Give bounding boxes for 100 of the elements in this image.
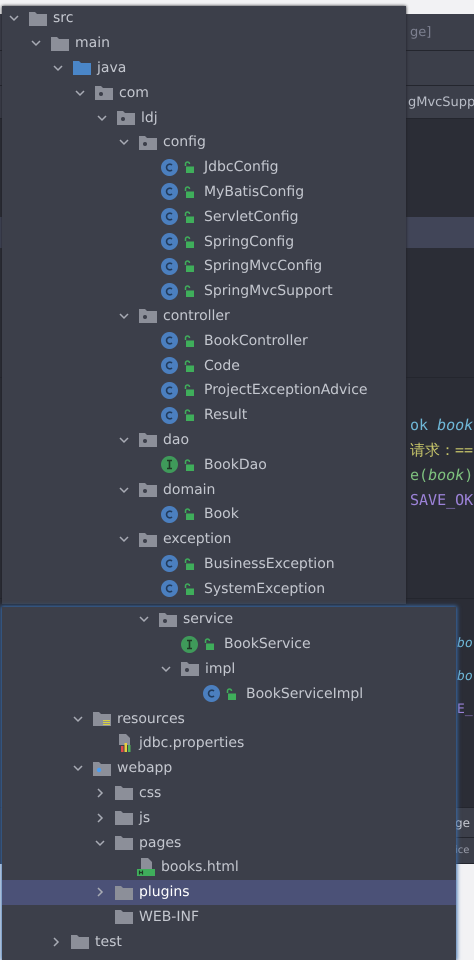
tree-row[interactable]: css: [2, 780, 456, 806]
code-line: E_: [457, 701, 474, 719]
folder-icon: [29, 10, 47, 26]
tree-row[interactable]: exception: [2, 526, 406, 552]
class-icon: [161, 382, 178, 399]
package-icon: [95, 85, 113, 100]
tree-item-label: WEB-INF: [139, 908, 199, 925]
lock-icon: [184, 334, 194, 347]
tree-item-label: webapp: [117, 760, 172, 776]
code-line: ok book: [410, 415, 474, 436]
tree-item-label: config: [163, 134, 206, 150]
package-icon: [139, 308, 157, 324]
tree-item-label: BookService: [224, 636, 311, 652]
class-icon: [161, 158, 178, 176]
tree-row[interactable]: Book: [2, 502, 406, 527]
tree-item-label: BookDao: [204, 456, 267, 473]
tree-row[interactable]: main: [2, 30, 406, 56]
tree-row[interactable]: plugins: [2, 880, 456, 905]
package-icon: [181, 661, 199, 676]
package-icon: [139, 432, 157, 448]
tree-item-label: SystemException: [204, 580, 326, 597]
tree-row[interactable]: MyBatisConfig: [2, 180, 406, 204]
class-icon: [161, 282, 178, 300]
folder-icon: [115, 884, 133, 900]
package-icon: [139, 134, 157, 150]
folder-icon: [115, 810, 133, 826]
tree-item-label: Code: [204, 358, 240, 374]
lock-icon: [184, 186, 194, 198]
tree-row[interactable]: js: [2, 805, 456, 830]
class-icon: [161, 406, 178, 424]
web-folder-icon: [93, 760, 111, 776]
tree-row[interactable]: Code: [2, 353, 406, 378]
lock-icon: [184, 285, 194, 298]
tree-row[interactable]: SpringMvcConfig: [2, 254, 406, 279]
tree-item-label: SpringConfig: [204, 234, 294, 250]
tree-item-label: JdbcConfig: [204, 159, 279, 176]
tree-item-label: dao: [163, 432, 190, 448]
tree-row[interactable]: service: [2, 607, 456, 632]
tree-row[interactable]: pages: [2, 830, 456, 855]
tree-row[interactable]: Result: [2, 402, 406, 428]
tree-row[interactable]: jdbc.properties: [2, 730, 456, 756]
tree-row[interactable]: BookService: [2, 632, 456, 657]
tree-row[interactable]: controller: [2, 304, 406, 328]
folder-icon: [115, 909, 133, 924]
tree-row[interactable]: webapp: [2, 756, 456, 781]
class-icon: [161, 555, 178, 572]
tree-item-label: src: [53, 10, 74, 26]
tree-row[interactable]: BookDao: [2, 452, 406, 478]
tree-row[interactable]: SpringMvcSupport: [2, 278, 406, 304]
lock-icon: [184, 260, 194, 272]
tree-row[interactable]: test: [2, 929, 456, 954]
tree-row[interactable]: SystemException: [2, 576, 406, 602]
folder-icon: [115, 785, 133, 800]
tree-row[interactable]: impl: [2, 656, 456, 682]
lock-icon: [184, 458, 194, 471]
tree-item-label: Book: [204, 506, 239, 522]
tree-row[interactable]: config: [2, 130, 406, 155]
tree-item-label: SpringMvcConfig: [204, 258, 322, 274]
tree-row[interactable]: resources: [2, 706, 456, 731]
tree-item-label: service: [183, 611, 234, 628]
tree-row[interactable]: ProjectExceptionAdvice: [2, 378, 406, 403]
tree-item-label: pages: [139, 834, 182, 851]
tree-item-label: BusinessException: [204, 556, 335, 572]
code-line: SAVE_OK: [410, 490, 474, 511]
class-icon: [161, 183, 178, 200]
tree-row[interactable]: WEB-INF: [2, 904, 456, 930]
interface-icon: [181, 636, 198, 653]
tree-item-label: MyBatisConfig: [204, 184, 304, 200]
tree-item-label: controller: [163, 308, 230, 324]
lock-icon: [226, 688, 236, 700]
class-icon: [161, 580, 178, 598]
tree-item-label: js: [139, 810, 150, 826]
tree-row[interactable]: dao: [2, 428, 406, 452]
tree-row[interactable]: src: [2, 6, 406, 31]
source-folder-icon: [73, 60, 91, 76]
tree-item-label: BookController: [204, 332, 308, 349]
tree-item-label: jdbc.properties: [139, 735, 244, 752]
tree-item-label: domain: [163, 482, 216, 498]
folder-icon: [71, 934, 89, 950]
class-icon: [161, 258, 178, 275]
tree-row[interactable]: ServletConfig: [2, 204, 406, 230]
class-icon: [161, 233, 178, 250]
tree-item-label: resources: [117, 710, 185, 727]
tree-row[interactable]: com: [2, 80, 406, 106]
tree-item-label: plugins: [139, 884, 190, 900]
tree-item-label: test: [95, 934, 122, 950]
class-icon: [161, 506, 178, 523]
tree-row[interactable]: domain: [2, 477, 406, 502]
tree-row[interactable]: java: [2, 56, 406, 80]
tree-item-label: ProjectExceptionAdvice: [204, 382, 368, 398]
folder-icon: [115, 835, 133, 850]
tree-row[interactable]: BookServiceImpl: [2, 681, 456, 706]
tree-row[interactable]: books.html: [2, 854, 456, 880]
tree-row[interactable]: JdbcConfig: [2, 154, 406, 180]
resources-folder-icon: [93, 711, 111, 726]
tree-row[interactable]: BusinessException: [2, 552, 406, 576]
tree-row[interactable]: BookController: [2, 328, 406, 354]
tree-row[interactable]: SpringConfig: [2, 229, 406, 254]
tree-row[interactable]: ldj: [2, 105, 406, 130]
tree-item-label: ldj: [141, 110, 158, 126]
